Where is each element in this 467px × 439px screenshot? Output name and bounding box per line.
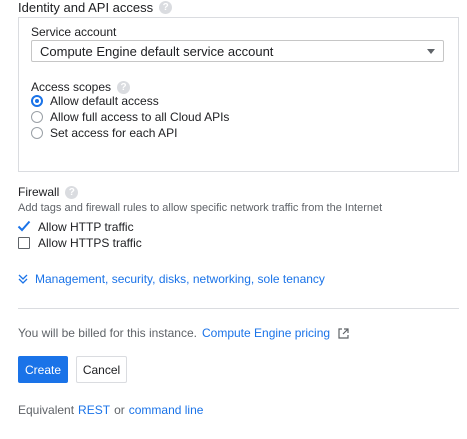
identity-title-text: Identity and API access bbox=[18, 0, 154, 15]
radio-allow-full-access[interactable]: Allow full access to all Cloud APIs bbox=[31, 109, 229, 125]
checkbox-checked[interactable] bbox=[17, 220, 31, 233]
radio-button[interactable] bbox=[31, 111, 43, 123]
help-icon[interactable]: ? bbox=[117, 80, 131, 94]
firewall-section-title: Firewall ? bbox=[18, 185, 79, 199]
firewall-title-text: Firewall bbox=[18, 185, 60, 199]
footer-prefix: Equivalent bbox=[18, 403, 75, 417]
radio-set-access-each-api[interactable]: Set access for each API bbox=[31, 125, 177, 141]
identity-section-title: Identity and API access ? bbox=[18, 0, 173, 15]
billing-notice: You will be billed for this instance. Co… bbox=[18, 326, 349, 340]
radio-allow-default-access[interactable]: Allow default access bbox=[31, 93, 159, 109]
help-icon[interactable]: ? bbox=[65, 185, 79, 199]
checkbox-allow-http[interactable]: Allow HTTP traffic bbox=[17, 219, 134, 235]
management-link-text[interactable]: Management, security, disks, networking,… bbox=[35, 272, 325, 286]
rest-link[interactable]: REST bbox=[78, 403, 110, 417]
help-icon[interactable]: ? bbox=[159, 1, 173, 14]
cancel-button[interactable]: Cancel bbox=[76, 356, 127, 383]
footer-or: or bbox=[114, 403, 125, 417]
firewall-description: Add tags and firewall rules to allow spe… bbox=[18, 202, 383, 214]
service-account-label: Service account bbox=[31, 25, 117, 39]
billing-text: You will be billed for this instance. bbox=[18, 326, 197, 340]
checkmark-icon bbox=[17, 220, 31, 232]
access-scopes-title: Access scopes ? bbox=[31, 80, 131, 94]
checkbox-label: Allow HTTPS traffic bbox=[38, 236, 142, 250]
chevron-down-icon bbox=[427, 48, 435, 54]
divider bbox=[18, 308, 459, 309]
identity-panel: Service account Compute Engine default s… bbox=[18, 17, 459, 172]
service-account-value: Compute Engine default service account bbox=[40, 43, 274, 59]
pricing-link[interactable]: Compute Engine pricing bbox=[202, 326, 330, 340]
radio-label: Allow full access to all Cloud APIs bbox=[50, 110, 230, 124]
checkbox-unchecked[interactable] bbox=[18, 237, 30, 249]
radio-label: Set access for each API bbox=[50, 126, 178, 140]
service-account-select[interactable]: Compute Engine default service account bbox=[31, 40, 444, 62]
radio-button[interactable] bbox=[31, 127, 43, 139]
checkbox-label: Allow HTTP traffic bbox=[38, 220, 134, 234]
radio-label: Allow default access bbox=[50, 94, 159, 108]
management-expand-link[interactable]: Management, security, disks, networking,… bbox=[18, 272, 325, 286]
radio-button-selected[interactable] bbox=[31, 95, 43, 107]
checkbox-allow-https[interactable]: Allow HTTPS traffic bbox=[18, 235, 142, 251]
command-line-link[interactable]: command line bbox=[129, 403, 204, 417]
double-chevron-down-icon bbox=[18, 274, 28, 284]
access-scopes-label: Access scopes bbox=[31, 80, 112, 94]
external-link-icon[interactable] bbox=[338, 327, 349, 339]
equivalent-footer: Equivalent REST or command line bbox=[18, 403, 203, 417]
create-button[interactable]: Create bbox=[18, 356, 68, 383]
